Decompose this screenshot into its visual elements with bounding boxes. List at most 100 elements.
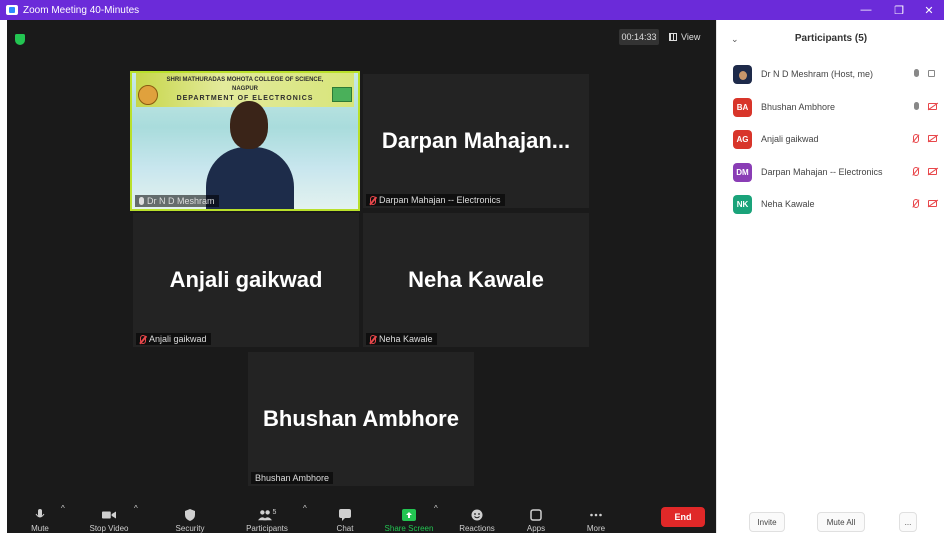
video-tile-meshram[interactable]: SHRI MATHURADAS MOHOTA COLLEGE OF SCIENC… bbox=[130, 71, 360, 211]
mic-muted-icon bbox=[140, 334, 146, 344]
participant-avatar: AG bbox=[733, 130, 752, 149]
mic-muted-shape bbox=[913, 134, 919, 143]
tile-label-text: Darpan Mahajan -- Electronics bbox=[379, 195, 501, 205]
participant-avatar: BA bbox=[733, 98, 752, 117]
video-options-caret-icon[interactable]: ^ bbox=[134, 504, 138, 513]
view-button[interactable]: View bbox=[669, 29, 700, 45]
invite-button[interactable]: Invite bbox=[749, 512, 785, 532]
participant-name: Dr N D Meshram (Host, me) bbox=[761, 69, 874, 79]
camera-off-shape bbox=[928, 103, 937, 110]
tile-label-text: Dr N D Meshram bbox=[147, 196, 215, 206]
restore-button[interactable]: ❐ bbox=[884, 0, 914, 20]
audio-options-caret-icon[interactable]: ^ bbox=[61, 504, 65, 513]
tile-big-name: Neha Kawale bbox=[408, 267, 544, 292]
camera-off-shape bbox=[928, 135, 937, 142]
camera-off-icon[interactable] bbox=[928, 200, 938, 208]
mic-on-icon[interactable] bbox=[913, 69, 919, 79]
share-screen-button[interactable]: Share Screen bbox=[379, 500, 439, 533]
video-tile-bhushan[interactable]: Bhushan Ambhore Bhushan Ambhore bbox=[248, 352, 474, 486]
grid-view-icon bbox=[669, 33, 677, 41]
security-shield-toolbar-icon bbox=[185, 509, 195, 521]
security-shield-icon[interactable] bbox=[15, 34, 25, 45]
participant-name: Neha Kawale bbox=[761, 199, 815, 209]
video-tile-anjali[interactable]: Anjali gaikwad Anjali gaikwad bbox=[133, 213, 359, 347]
chat-button[interactable]: Chat bbox=[330, 500, 360, 533]
participant-video-head bbox=[230, 101, 268, 149]
tile-big-name: Bhushan Ambhore bbox=[263, 406, 459, 431]
tile-name-label: Darpan Mahajan -- Electronics bbox=[366, 194, 505, 206]
college-emblem-icon bbox=[138, 85, 158, 105]
camera-off-shape bbox=[928, 168, 937, 175]
mic-muted-icon[interactable] bbox=[913, 199, 919, 209]
chat-label: Chat bbox=[336, 524, 354, 533]
participant-row[interactable]: Dr N D Meshram (Host, me) bbox=[717, 63, 944, 87]
camera-off-shape bbox=[928, 200, 937, 207]
security-button[interactable]: Security bbox=[168, 500, 212, 533]
participant-row[interactable]: DM Darpan Mahajan -- Electronics bbox=[717, 161, 944, 185]
share-options-caret-icon[interactable]: ^ bbox=[434, 504, 438, 513]
apps-icon bbox=[530, 509, 542, 521]
tile-big-name: Anjali gaikwad bbox=[169, 267, 323, 292]
participant-video-body bbox=[206, 147, 294, 209]
security-label: Security bbox=[175, 524, 205, 533]
mic-shape bbox=[914, 69, 919, 77]
camera-off-icon[interactable] bbox=[928, 135, 938, 143]
avatar-face bbox=[738, 71, 747, 80]
meeting-toolbar: Mute ^ Stop Video ^ Security 5 Participa… bbox=[7, 500, 716, 533]
participant-row[interactable]: BA Bhushan Ambhore bbox=[717, 96, 944, 120]
mute-button[interactable]: Mute bbox=[25, 500, 55, 533]
close-button[interactable]: ✕ bbox=[914, 0, 944, 20]
reactions-label: Reactions bbox=[459, 524, 495, 533]
title-bar: Zoom Meeting 40-Minutes — ❐ ✕ bbox=[0, 0, 944, 20]
participant-row[interactable]: AG Anjali gaikwad bbox=[717, 128, 944, 152]
mute-all-button[interactable]: Mute All bbox=[817, 512, 865, 532]
more-button[interactable]: More bbox=[580, 500, 612, 533]
minimize-button[interactable]: — bbox=[851, 0, 881, 20]
tile-name-label: Dr N D Meshram bbox=[135, 195, 219, 207]
mic-muted-icon bbox=[370, 334, 376, 344]
reactions-icon bbox=[471, 509, 483, 521]
banner-line-2: NAGPUR bbox=[231, 86, 258, 92]
meeting-area: 00:14:33 View SHRI MATHURADAS MOHOTA COL… bbox=[7, 20, 716, 533]
mic-muted-shape bbox=[913, 199, 919, 208]
dept-logo-icon bbox=[332, 87, 352, 102]
participant-row[interactable]: NK Neha Kawale bbox=[717, 193, 944, 217]
end-meeting-button[interactable]: End bbox=[661, 507, 705, 527]
tile-name-label: Anjali gaikwad bbox=[136, 333, 211, 345]
participant-name: Bhushan Ambhore bbox=[761, 102, 836, 112]
microphone-icon bbox=[35, 509, 45, 518]
share-screen-label: Share Screen bbox=[384, 524, 434, 533]
video-camera-icon bbox=[102, 511, 116, 519]
participants-panel-title: Participants (5) bbox=[794, 33, 868, 44]
camera-on-icon[interactable] bbox=[928, 70, 938, 78]
reactions-button[interactable]: Reactions bbox=[454, 500, 500, 533]
participants-caret-icon[interactable]: ^ bbox=[303, 504, 307, 513]
banner-line-1: SHRI MATHURADAS MOHOTA COLLEGE OF SCIENC… bbox=[166, 77, 324, 83]
window-title: Zoom Meeting 40-Minutes bbox=[23, 4, 140, 16]
mic-muted-icon[interactable] bbox=[913, 134, 919, 144]
video-tile-darpan[interactable]: Darpan Mahajan... Darpan Mahajan -- Elec… bbox=[363, 74, 589, 208]
more-label: More bbox=[586, 524, 606, 533]
more-options-button[interactable]: ... bbox=[899, 512, 917, 532]
apps-button[interactable]: Apps bbox=[519, 500, 553, 533]
apps-label: Apps bbox=[526, 524, 546, 533]
camera-off-icon[interactable] bbox=[928, 103, 938, 111]
camera-off-icon[interactable] bbox=[928, 168, 938, 176]
mic-on-icon[interactable] bbox=[913, 102, 919, 112]
participant-name: Anjali gaikwad bbox=[761, 134, 819, 144]
tile-label-text: Anjali gaikwad bbox=[149, 334, 207, 344]
stop-video-label: Stop Video bbox=[89, 524, 129, 533]
participants-icon bbox=[257, 510, 272, 521]
tile-name-label: Neha Kawale bbox=[366, 333, 437, 345]
mic-muted-shape bbox=[913, 167, 919, 176]
video-tile-neha[interactable]: Neha Kawale Neha Kawale bbox=[363, 213, 589, 347]
tile-name-label: Bhushan Ambhore bbox=[251, 472, 334, 484]
mic-shape bbox=[914, 102, 919, 110]
participants-button[interactable]: 5 Participants bbox=[239, 500, 295, 533]
tile-big-name: Darpan Mahajan... bbox=[381, 128, 571, 153]
more-dots-icon bbox=[590, 513, 602, 517]
mic-muted-icon[interactable] bbox=[913, 167, 919, 177]
view-label: View bbox=[681, 32, 701, 42]
participants-panel: ⌄ Participants (5) Dr N D Meshram (Host,… bbox=[716, 20, 944, 533]
stop-video-button[interactable]: Stop Video bbox=[81, 500, 137, 533]
